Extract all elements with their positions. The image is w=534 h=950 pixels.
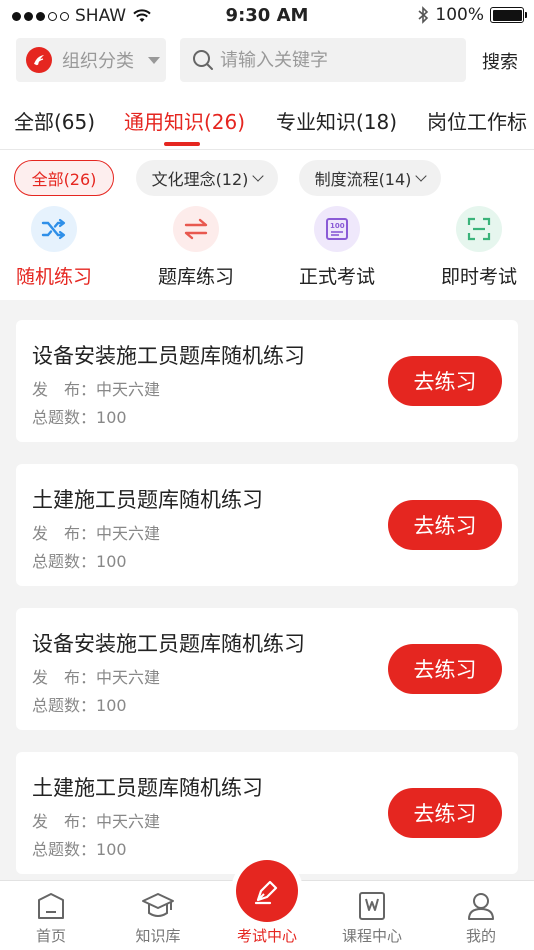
- home-icon: [34, 889, 68, 923]
- org-category-select[interactable]: 组织分类: [16, 38, 166, 82]
- card-title: 设备安装施工员题库随机练习: [32, 632, 305, 656]
- chip-label: 制度流程(14): [314, 170, 412, 189]
- total-label: 总题数：: [32, 696, 97, 715]
- card-title: 土建施工员题库随机练习: [32, 488, 263, 512]
- list-item: 设备安装施工员题库随机练习 发 布：中天六建 总题数：100 去练习: [16, 608, 518, 730]
- battery-icon: [490, 7, 527, 23]
- card-total: 总题数：100: [32, 692, 127, 716]
- total-value: 100: [96, 408, 127, 427]
- exam-score-icon: 100: [314, 206, 360, 252]
- total-value: 100: [96, 840, 127, 859]
- card-total: 总题数：100: [32, 836, 127, 860]
- total-value: 100: [96, 552, 127, 571]
- search-input[interactable]: [220, 49, 460, 71]
- nav-label: 首页: [35, 927, 66, 945]
- graduation-cap-icon: [141, 889, 175, 923]
- tab-professional-knowledge[interactable]: 专业知识(18): [276, 106, 397, 135]
- card-publisher: 发 布：中天六建: [32, 520, 160, 544]
- swap-arrows-icon: [173, 206, 219, 252]
- scan-icon: [456, 206, 502, 252]
- nav-knowledge-base[interactable]: 知识库: [113, 881, 203, 950]
- tab-general-knowledge[interactable]: 通用知识(26): [124, 106, 245, 135]
- card-total: 总题数：100: [32, 548, 127, 572]
- bluetooth-icon: [418, 6, 429, 24]
- card-title: 设备安装施工员题库随机练习: [32, 344, 305, 368]
- mode-label: 随机练习: [15, 266, 92, 288]
- bottom-nav: 首页 知识库 考试中心 课程中心 我的: [0, 855, 534, 950]
- go-practice-button[interactable]: 去练习: [388, 644, 502, 694]
- mode-label: 题库练习: [157, 266, 234, 288]
- search-icon: [193, 50, 213, 70]
- go-practice-button[interactable]: 去练习: [388, 500, 502, 550]
- practice-list: 设备安装施工员题库随机练习 发 布：中天六建 总题数：100 去练习 土建施工员…: [0, 300, 534, 880]
- filter-chips: 全部(26) 文化理念(12) 制度流程(14): [0, 160, 534, 196]
- nav-exam-center[interactable]: 考试中心: [222, 881, 312, 950]
- user-icon: [464, 889, 498, 923]
- chevron-down-icon: [415, 170, 428, 182]
- total-label: 总题数：: [32, 408, 97, 427]
- battery-percent: 100%: [435, 5, 484, 25]
- mode-instant-exam[interactable]: 即时考试: [419, 206, 534, 289]
- mode-bank-practice[interactable]: 题库练习: [136, 206, 256, 289]
- shuffle-icon: [31, 206, 77, 252]
- mode-label: 即时考试: [440, 266, 517, 288]
- nav-label: 我的: [465, 927, 496, 945]
- course-book-icon: [355, 889, 389, 923]
- org-select-label: 组织分类: [62, 51, 134, 72]
- card-publisher: 发 布：中天六建: [32, 376, 160, 400]
- publish-label: 发 布：: [32, 812, 97, 831]
- chip-label: 全部(26): [31, 170, 97, 189]
- card-title: 土建施工员题库随机练习: [32, 776, 263, 800]
- card-publisher: 发 布：中天六建: [32, 808, 160, 832]
- list-item: 土建施工员题库随机练习 发 布：中天六建 总题数：100 去练习: [16, 464, 518, 586]
- total-label: 总题数：: [32, 840, 97, 859]
- nav-home[interactable]: 首页: [6, 881, 96, 950]
- publisher-value: 中天六建: [96, 524, 161, 543]
- chip-culture[interactable]: 文化理念(12): [136, 160, 278, 196]
- tab-all[interactable]: 全部(65): [14, 106, 95, 135]
- total-value: 100: [96, 696, 127, 715]
- search-button[interactable]: 搜索: [482, 48, 518, 74]
- search-header: 组织分类 搜索: [0, 38, 534, 82]
- mode-formal-exam[interactable]: 100 正式考试: [277, 206, 397, 289]
- svg-text:100: 100: [330, 222, 345, 230]
- go-practice-button[interactable]: 去练习: [388, 356, 502, 406]
- status-right: 100%: [417, 5, 527, 25]
- publish-label: 发 布：: [32, 668, 97, 687]
- list-item: 设备安装施工员题库随机练习 发 布：中天六建 总题数：100 去练习: [16, 320, 518, 442]
- active-tab-indicator: [164, 142, 200, 146]
- search-box[interactable]: [180, 38, 466, 82]
- nav-label: 课程中心: [341, 927, 402, 945]
- mode-random-practice[interactable]: 随机练习: [0, 206, 114, 289]
- nav-icon-spacer: [250, 889, 284, 923]
- card-total: 总题数：100: [32, 404, 127, 428]
- total-label: 总题数：: [32, 552, 97, 571]
- nav-course-center[interactable]: 课程中心: [327, 881, 417, 950]
- chip-process[interactable]: 制度流程(14): [299, 160, 441, 196]
- publish-label: 发 布：: [32, 524, 97, 543]
- company-logo-icon: [26, 47, 52, 73]
- publisher-value: 中天六建: [96, 668, 161, 687]
- chevron-down-icon: [252, 170, 265, 182]
- nav-label: 知识库: [135, 927, 181, 945]
- category-tabs: 全部(65) 通用知识(26) 专业知识(18) 岗位工作标: [0, 92, 534, 150]
- practice-modes: 随机练习 题库练习 100 正式考试 即时考试: [0, 206, 534, 300]
- go-practice-button[interactable]: 去练习: [388, 788, 502, 838]
- chip-all[interactable]: 全部(26): [14, 160, 114, 196]
- publisher-value: 中天六建: [96, 812, 161, 831]
- nav-mine[interactable]: 我的: [436, 881, 526, 950]
- chip-label: 文化理念(12): [151, 170, 249, 189]
- publisher-value: 中天六建: [96, 380, 161, 399]
- publish-label: 发 布：: [32, 380, 97, 399]
- tab-job-standards[interactable]: 岗位工作标: [427, 106, 527, 135]
- nav-label: 考试中心: [236, 927, 297, 945]
- status-bar: SHAW 9:30 AM 100%: [0, 0, 534, 32]
- caret-down-icon: [148, 56, 160, 64]
- mode-label: 正式考试: [298, 266, 375, 288]
- card-publisher: 发 布：中天六建: [32, 664, 160, 688]
